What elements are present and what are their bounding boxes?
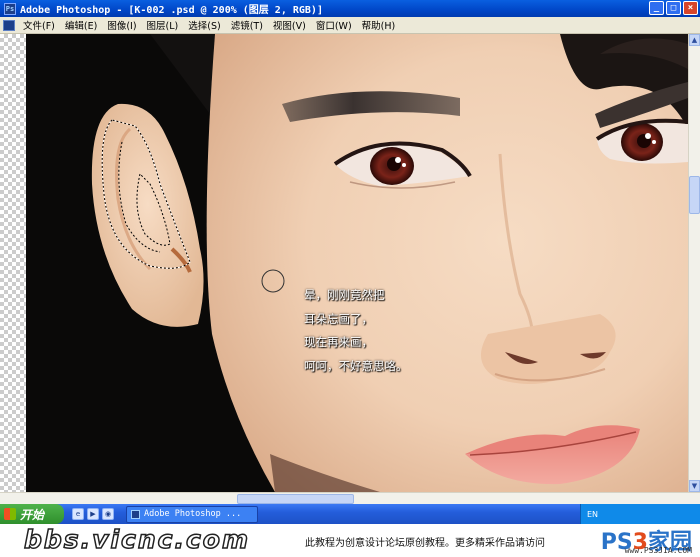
menu-image[interactable]: 图像(I) [102, 18, 141, 32]
windows-flag-icon [4, 508, 16, 520]
taskbar: 开始 e ▶ ◉ Adobe Photoshop ... EN [0, 504, 700, 524]
start-label: 开始 [20, 507, 45, 522]
taskbar-photoshop-label: Adobe Photoshop ... [144, 509, 242, 519]
taskbar-photoshop-button[interactable]: Adobe Photoshop ... [126, 505, 258, 523]
menu-file[interactable]: 文件(F) [18, 18, 60, 32]
menu-edit[interactable]: 编辑(E) [60, 18, 102, 32]
title-bar: Ps Adobe Photoshop - [K-002 .psd @ 200% … [0, 0, 700, 17]
window-controls: _ □ × [649, 1, 698, 15]
painting-artwork [26, 34, 688, 492]
photoshop-icon: Ps [4, 2, 16, 15]
vertical-scroll-thumb[interactable] [689, 176, 700, 214]
annotation-line: 晕，刚刚竟然把 [304, 288, 385, 302]
photoshop-icon [131, 509, 140, 519]
annotation-line: 现在再来画， [304, 335, 373, 349]
menu-filter[interactable]: 滤镜(T) [226, 18, 268, 32]
menu-layer[interactable]: 图层(L) [142, 18, 184, 32]
maximize-button[interactable]: □ [666, 1, 681, 15]
system-tray: EN [580, 504, 700, 524]
horizontal-scrollbar[interactable] [0, 492, 700, 504]
close-button[interactable]: × [683, 1, 698, 15]
ie-icon[interactable]: e [72, 508, 84, 520]
brand-url: www.PS3JIA.COM [624, 546, 692, 555]
annotation-line: 耳朵忘画了， [304, 311, 373, 326]
watermark-footer: bbs.vicnc.com 此教程为创意设计论坛原创教程。更多精采作品请访问 P… [0, 524, 700, 557]
copyright-notice: 此教程为创意设计论坛原创教程。更多精采作品请访问 [305, 538, 545, 549]
menu-bar: 文件(F) 编辑(E) 图像(I) 图层(L) 选择(S) 滤镜(T) 视图(V… [0, 17, 700, 34]
start-button[interactable]: 开始 [0, 504, 64, 524]
scroll-down-arrow-icon[interactable]: ▼ [689, 480, 700, 492]
language-indicator[interactable]: EN [587, 510, 598, 519]
menu-view[interactable]: 视图(V) [268, 18, 311, 32]
desktop-icon[interactable]: ◉ [102, 508, 114, 520]
menu-help[interactable]: 帮助(H) [357, 18, 401, 32]
document-icon[interactable] [3, 19, 15, 31]
tutorial-annotation: 晕，刚刚竟然把 耳朵忘画了， 现在再来画， 呵呵，不好意思咯。 [304, 284, 408, 378]
quick-launch: e ▶ ◉ [72, 508, 114, 520]
site-logo: bbs.vicnc.com [23, 524, 251, 555]
window-title: Adobe Photoshop - [K-002 .psd @ 200% (图层… [20, 5, 323, 16]
media-player-icon[interactable]: ▶ [87, 508, 99, 520]
horizontal-scroll-thumb[interactable] [237, 494, 354, 504]
minimize-button[interactable]: _ [649, 1, 664, 15]
vertical-scrollbar[interactable]: ▲ ▼ [688, 34, 700, 492]
menu-window[interactable]: 窗口(W) [311, 18, 357, 32]
scroll-up-arrow-icon[interactable]: ▲ [689, 34, 700, 46]
document-canvas[interactable]: 晕，刚刚竟然把 耳朵忘画了， 现在再来画， 呵呵，不好意思咯。 [0, 34, 688, 492]
annotation-line: 呵呵，不好意思咯。 [304, 358, 408, 373]
menu-select[interactable]: 选择(S) [183, 18, 225, 32]
